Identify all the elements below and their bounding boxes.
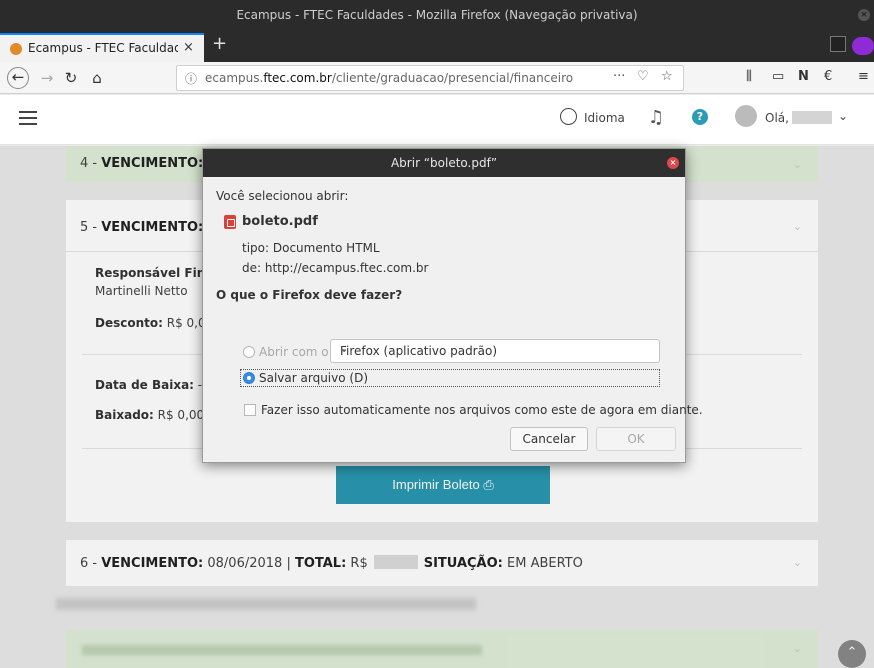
cancel-button[interactable]: Cancelar bbox=[510, 427, 588, 451]
dialog-intro: Você selecionou abrir: bbox=[216, 189, 349, 203]
nav-toolbar: ← → ↻ ⌂ ⓘ ecampus.ftec.com.br/cliente/gr… bbox=[0, 62, 874, 94]
firefox-favicon bbox=[10, 43, 22, 55]
pocket-icon[interactable]: ♡ bbox=[637, 69, 649, 84]
tab-bar: Ecampus - FTEC Faculdades × + bbox=[0, 30, 874, 62]
dialog-type: tipo: Documento HTML bbox=[242, 241, 380, 255]
open-with-label[interactable]: Abrir com o: bbox=[259, 345, 333, 359]
tab-ecampus[interactable]: Ecampus - FTEC Faculdades × bbox=[0, 33, 204, 62]
open-with-app-select[interactable]: Firefox (aplicativo padrão) ⌄ bbox=[330, 339, 660, 363]
page-actions-icon[interactable]: ··· bbox=[613, 69, 625, 84]
private-browsing-icon bbox=[852, 37, 874, 55]
url-host-prefix: ecampus. bbox=[205, 71, 264, 85]
site-header: Idioma ♫ ? Olá, ⌄ bbox=[0, 95, 874, 145]
new-tab-icon[interactable]: + bbox=[212, 33, 227, 54]
window-close-icon[interactable]: × bbox=[858, 9, 870, 21]
extension-glyph-icon[interactable]: € bbox=[824, 69, 832, 84]
window-titlebar: Ecampus - FTEC Faculdades - Mozilla Fire… bbox=[0, 0, 874, 30]
reload-icon[interactable]: ↻ bbox=[60, 67, 82, 89]
user-name-redacted bbox=[792, 111, 832, 124]
library-icon[interactable]: ⫼ bbox=[746, 69, 752, 84]
dialog-close-icon[interactable]: × bbox=[667, 157, 679, 169]
help-icon[interactable]: ? bbox=[692, 109, 708, 125]
save-file-label[interactable]: Salvar arquivo (D) bbox=[259, 371, 368, 385]
language-selector[interactable]: Idioma bbox=[584, 111, 625, 125]
auto-action-label[interactable]: Fazer isso automaticamente nos arquivos … bbox=[261, 403, 703, 417]
window-title: Ecampus - FTEC Faculdades - Mozilla Fire… bbox=[236, 8, 638, 22]
bell-icon[interactable]: ♫ bbox=[648, 107, 664, 128]
hamburger-icon[interactable] bbox=[19, 111, 37, 129]
dialog-filename: boleto.pdf bbox=[242, 214, 318, 229]
pdf-file-icon bbox=[224, 215, 236, 229]
dialog-title: Abrir “boleto.pdf” bbox=[390, 156, 498, 170]
globe-icon[interactable] bbox=[560, 108, 577, 125]
tab-close-icon[interactable]: × bbox=[183, 40, 194, 55]
back-icon[interactable]: ← bbox=[7, 67, 29, 89]
chevron-down-icon: ⌄ bbox=[340, 344, 349, 355]
auto-action-checkbox[interactable] bbox=[244, 404, 256, 416]
avatar[interactable] bbox=[735, 105, 757, 127]
menu-icon[interactable]: ≡ bbox=[858, 69, 869, 84]
bookmark-star-icon[interactable]: ☆ bbox=[661, 69, 673, 84]
home-icon[interactable]: ⌂ bbox=[86, 67, 108, 89]
user-greeting[interactable]: Olá, bbox=[765, 111, 789, 125]
url-host: ftec.com.br bbox=[263, 71, 332, 85]
tab-label: Ecampus - FTEC Faculdades bbox=[28, 41, 178, 55]
dialog-titlebar: Abrir “boleto.pdf” × bbox=[203, 149, 685, 177]
ok-button[interactable]: OK bbox=[596, 427, 676, 451]
url-bar[interactable]: ⓘ ecampus.ftec.com.br/cliente/graduacao/… bbox=[176, 65, 684, 91]
url-path: /cliente/graduacao/presencial/financeiro bbox=[331, 71, 574, 85]
dialog-source: de: http://ecampus.ftec.com.br bbox=[242, 261, 429, 275]
dialog-body: Você selecionou abrir: boleto.pdf tipo: … bbox=[203, 177, 703, 464]
extension-icon[interactable] bbox=[830, 36, 846, 52]
chevron-down-icon[interactable]: ⌄ bbox=[838, 109, 848, 123]
dialog-question: O que o Firefox deve fazer? bbox=[216, 288, 403, 302]
forward-icon[interactable]: → bbox=[36, 67, 58, 89]
open-with-radio[interactable] bbox=[243, 346, 255, 358]
open-file-dialog: Abrir “boleto.pdf” × Você selecionou abr… bbox=[202, 148, 703, 464]
sidebar-icon[interactable]: ▭ bbox=[772, 69, 784, 84]
info-icon[interactable]: ⓘ bbox=[185, 70, 197, 87]
save-file-radio[interactable] bbox=[243, 372, 255, 384]
url-text[interactable]: ecampus.ftec.com.br/cliente/graduacao/pr… bbox=[205, 71, 573, 85]
extension-n-icon[interactable]: N bbox=[798, 69, 809, 84]
